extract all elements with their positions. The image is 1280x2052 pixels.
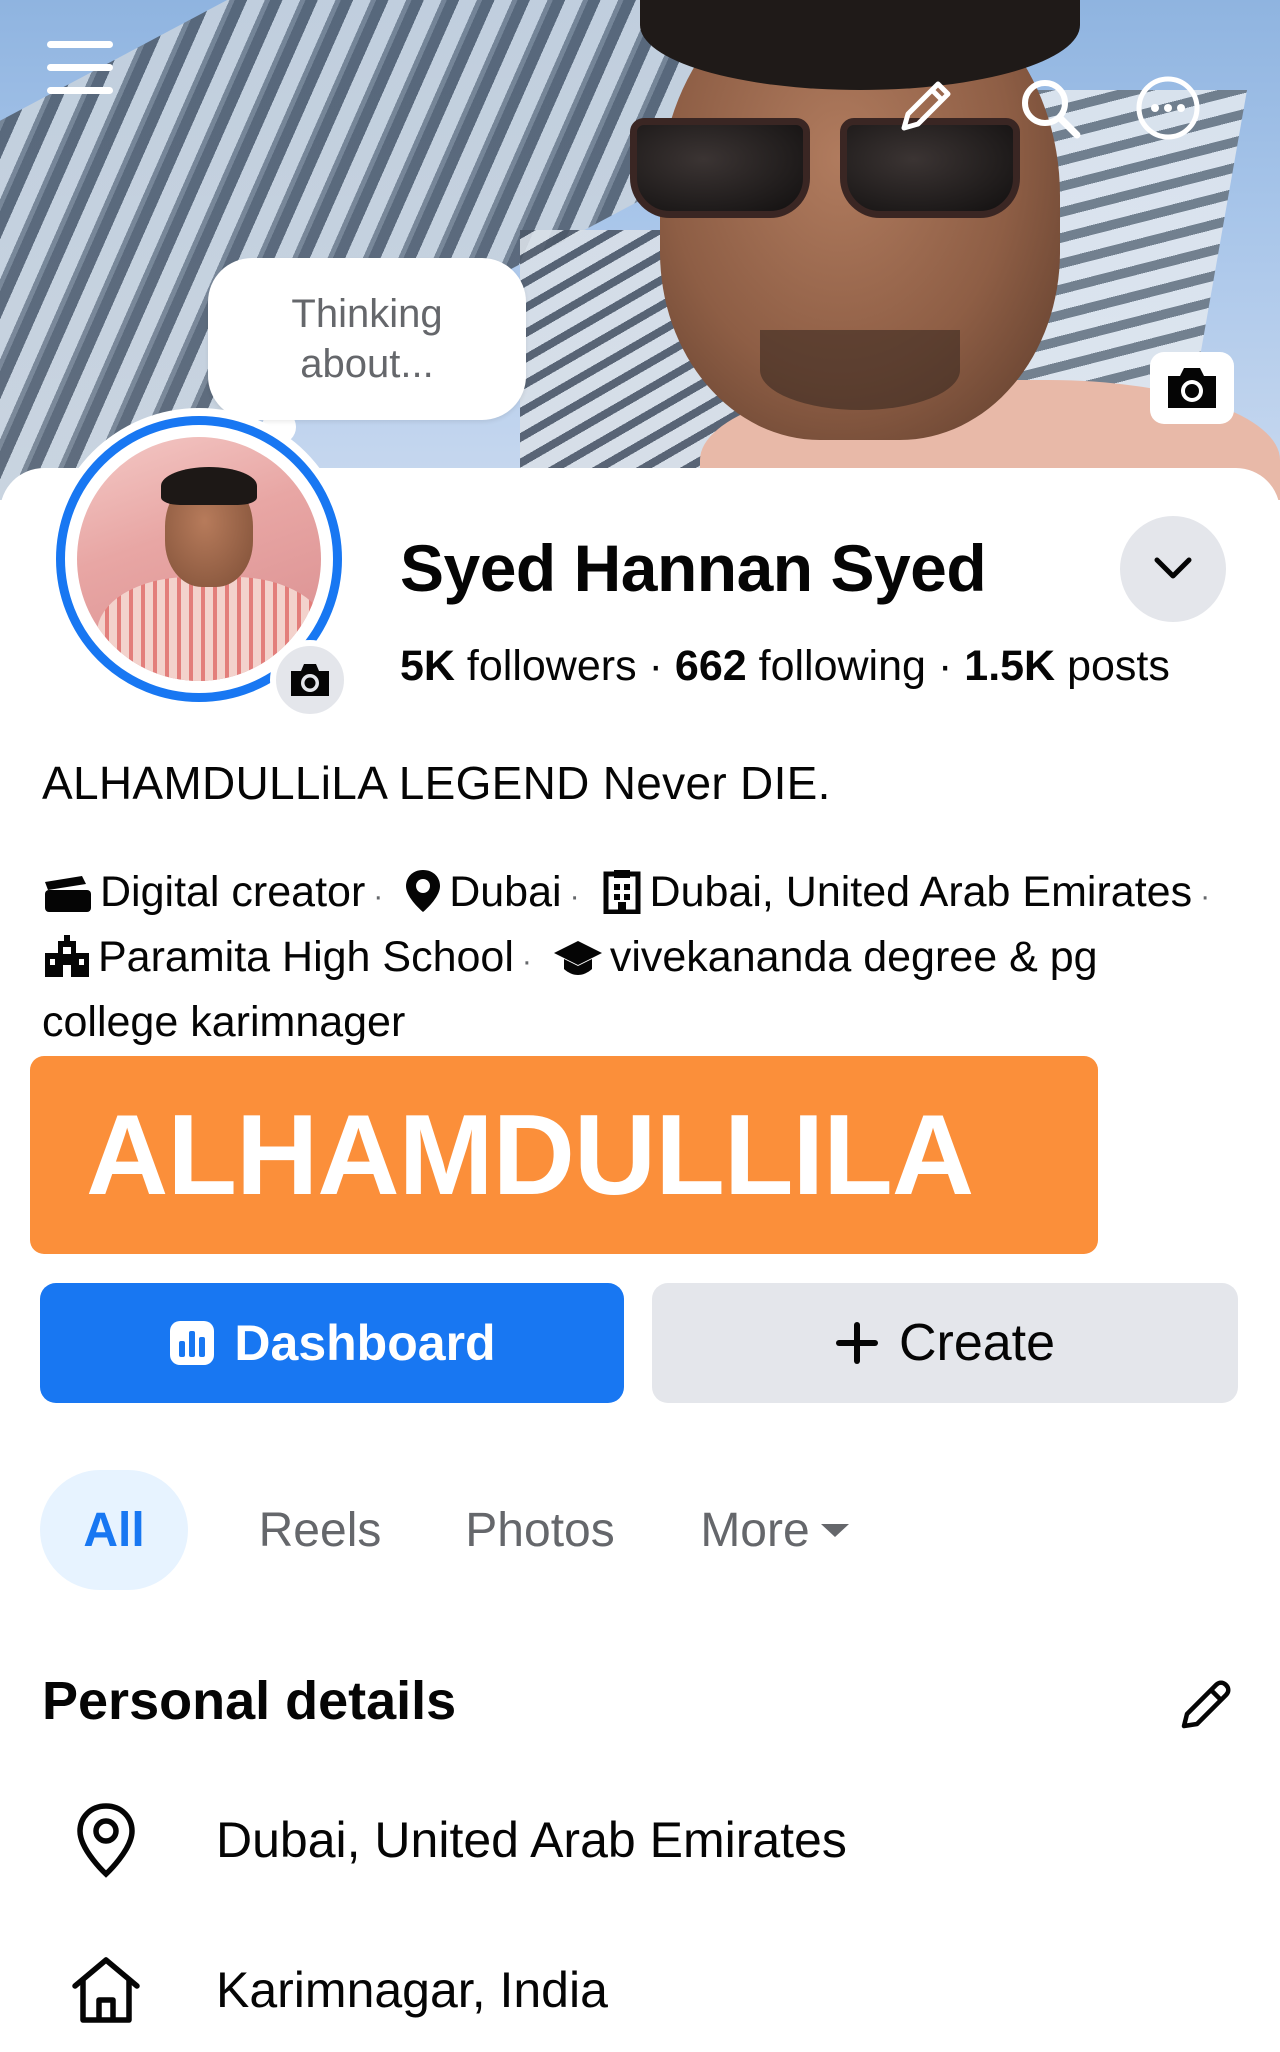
featured-banner[interactable]: ALHAMDULLILA (30, 1056, 1098, 1254)
detail-row-location: Dubai, United Arab Emirates (64, 1790, 847, 1890)
posts-link[interactable]: 1.5K posts (964, 642, 1170, 690)
tab-more[interactable]: More (666, 1470, 886, 1590)
school-icon (45, 935, 89, 977)
following-link[interactable]: 662 following (675, 642, 926, 690)
high-school-text: Paramita High School (98, 933, 514, 981)
current-city-text: Dubai (449, 868, 562, 916)
cover-camera-icon[interactable] (1150, 352, 1234, 424)
location-pin-icon (406, 870, 441, 912)
category-text: Digital creator (100, 868, 366, 916)
profile-details-line: Digital creator · Dubai · Dubai, United Ar… (42, 868, 1211, 1046)
caret-down-icon (820, 1524, 849, 1537)
dashboard-label: Dashboard (234, 1315, 496, 1371)
clapperboard-icon (45, 876, 91, 912)
pencil-icon (1181, 1680, 1231, 1729)
profile-switch-button[interactable] (1120, 516, 1226, 622)
cover-beard (760, 330, 960, 410)
more-options-icon[interactable] (1128, 68, 1208, 148)
avatar-camera-icon[interactable] (270, 640, 350, 720)
plus-icon (835, 1322, 878, 1364)
avatar (77, 437, 321, 681)
thought-bubble-text: Thinking about... (291, 292, 443, 386)
pencil-icon[interactable] (890, 70, 962, 142)
location-pin-icon (64, 1798, 148, 1882)
tab-photos[interactable]: Photos (440, 1470, 640, 1590)
detail-row-hometown: Karimnagar, India (64, 1940, 608, 2040)
hometown-text: Karimnagar, India (216, 1962, 608, 2018)
cover-sunglasses (620, 110, 1040, 220)
profile-stats: 5K followers · 662 following · 1.5K posts (400, 642, 1170, 690)
create-label: Create (898, 1314, 1056, 1372)
tab-reels[interactable]: Reels (240, 1470, 400, 1590)
personal-details-title: Personal details (42, 1671, 457, 1731)
profile-name: Syed Hannan Syed (400, 531, 987, 605)
chevron-down-icon (1154, 557, 1192, 579)
dashboard-button[interactable]: Dashboard (40, 1283, 624, 1403)
profile-bio: ALHAMDULLiLA LEGEND Never DIE. (42, 757, 831, 809)
menu-icon[interactable] (40, 30, 120, 106)
workplace-text: Dubai, United Arab Emirates (649, 868, 1193, 916)
thought-bubble[interactable]: Thinking about... (208, 258, 526, 420)
home-icon (64, 1948, 148, 2032)
tab-all[interactable]: All (40, 1470, 188, 1590)
building-icon (603, 870, 641, 915)
graduation-cap-icon (553, 941, 602, 975)
search-icon[interactable] (1010, 68, 1090, 148)
dashboard-icon (170, 1321, 215, 1365)
create-button[interactable]: Create (652, 1283, 1238, 1403)
location-text: Dubai, United Arab Emirates (216, 1812, 847, 1868)
edit-details-icon[interactable] (1170, 1670, 1240, 1740)
followers-link[interactable]: 5K followers (400, 642, 637, 690)
